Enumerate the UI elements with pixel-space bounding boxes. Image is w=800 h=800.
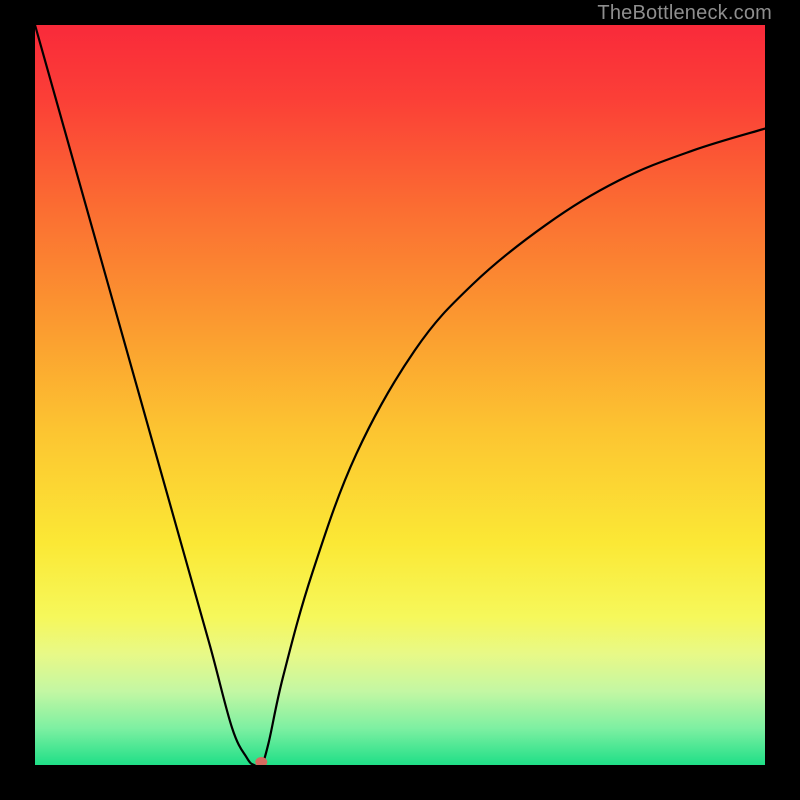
gradient-background (35, 25, 765, 765)
plot-inner (35, 25, 765, 765)
chart-svg (35, 25, 765, 765)
chart-frame: TheBottleneck.com (0, 0, 800, 800)
attribution-label: TheBottleneck.com (597, 2, 772, 25)
plot-area (35, 25, 765, 765)
